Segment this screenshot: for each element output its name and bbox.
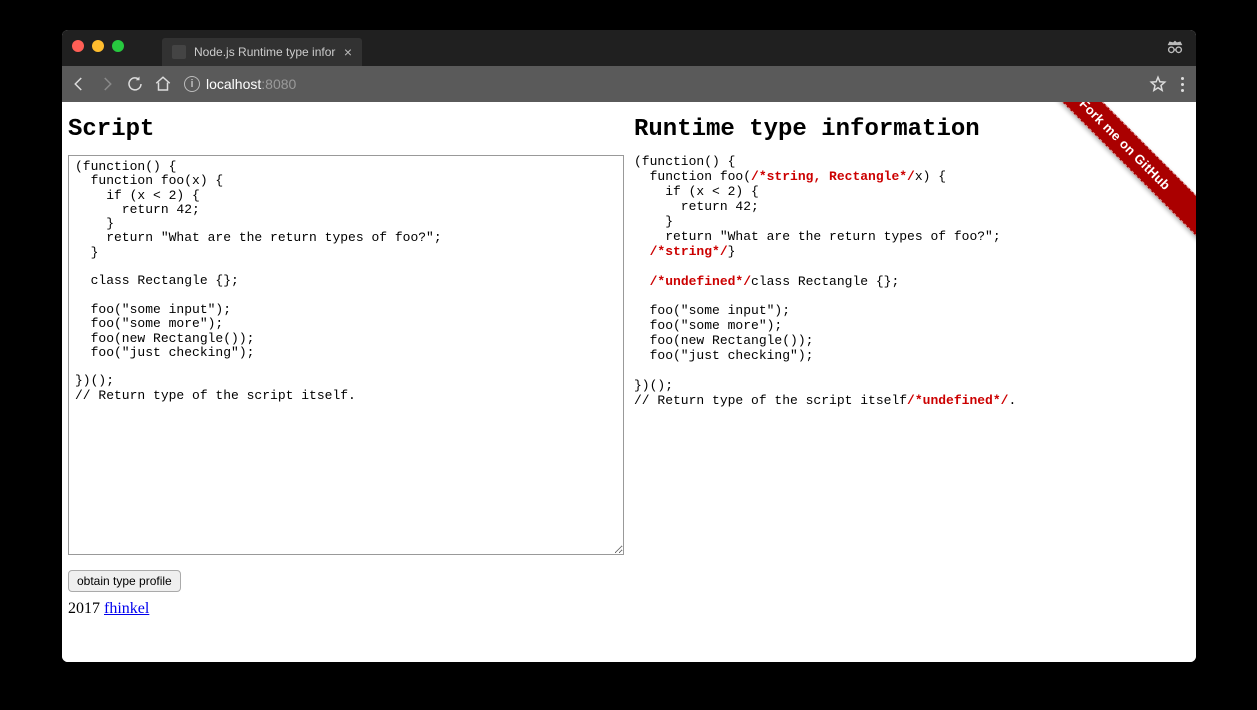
close-window-button[interactable] bbox=[72, 40, 84, 52]
url-text: localhost:8080 bbox=[206, 76, 296, 92]
bookmark-star-icon[interactable] bbox=[1149, 75, 1167, 93]
window-controls bbox=[72, 40, 124, 52]
site-info-icon[interactable]: i bbox=[184, 76, 200, 92]
page-content: Fork me on GitHub Script Runtime type in… bbox=[62, 102, 1196, 662]
browser-window: Node.js Runtime type informat × i localh… bbox=[62, 30, 1196, 662]
maximize-window-button[interactable] bbox=[112, 40, 124, 52]
close-tab-icon[interactable]: × bbox=[344, 44, 352, 60]
browser-tab[interactable]: Node.js Runtime type informat × bbox=[162, 38, 362, 66]
back-button[interactable] bbox=[70, 75, 88, 93]
home-button[interactable] bbox=[154, 75, 172, 93]
incognito-icon bbox=[1164, 36, 1186, 63]
forward-button[interactable] bbox=[98, 75, 116, 93]
script-column: Script bbox=[68, 108, 624, 560]
reload-button[interactable] bbox=[126, 75, 144, 93]
output-column: Runtime type information (function() { f… bbox=[634, 108, 1190, 409]
browser-menu-button[interactable] bbox=[1177, 77, 1188, 92]
titlebar: Node.js Runtime type informat × bbox=[62, 30, 1196, 66]
tab-title: Node.js Runtime type informat bbox=[194, 45, 336, 59]
output-code: (function() { function foo(/*string, Rec… bbox=[634, 155, 1190, 409]
address-bar[interactable]: i localhost:8080 bbox=[182, 71, 1167, 97]
footer-year: 2017 bbox=[68, 600, 100, 617]
footer: 2017 fhinkel bbox=[62, 596, 1196, 628]
script-textarea[interactable] bbox=[68, 155, 624, 555]
footer-author-link[interactable]: fhinkel bbox=[104, 600, 149, 617]
browser-toolbar: i localhost:8080 bbox=[62, 66, 1196, 102]
tab-favicon bbox=[172, 45, 186, 59]
script-heading: Script bbox=[68, 116, 624, 143]
obtain-type-profile-button[interactable]: obtain type profile bbox=[68, 570, 181, 592]
minimize-window-button[interactable] bbox=[92, 40, 104, 52]
